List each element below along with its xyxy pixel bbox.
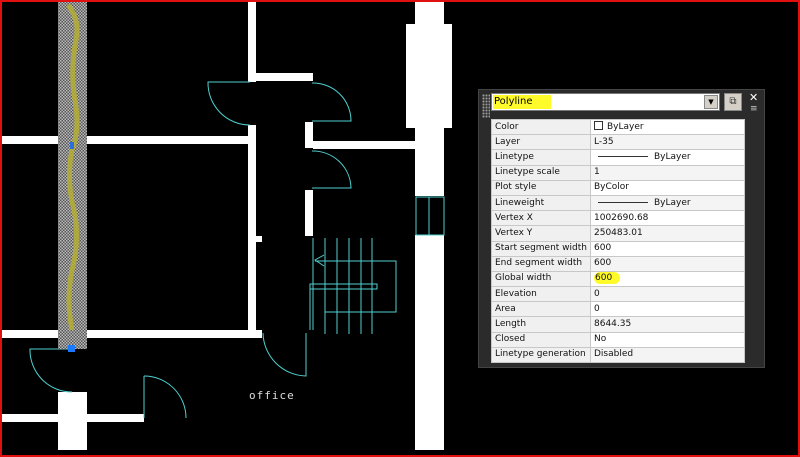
window-frame	[0, 0, 800, 457]
